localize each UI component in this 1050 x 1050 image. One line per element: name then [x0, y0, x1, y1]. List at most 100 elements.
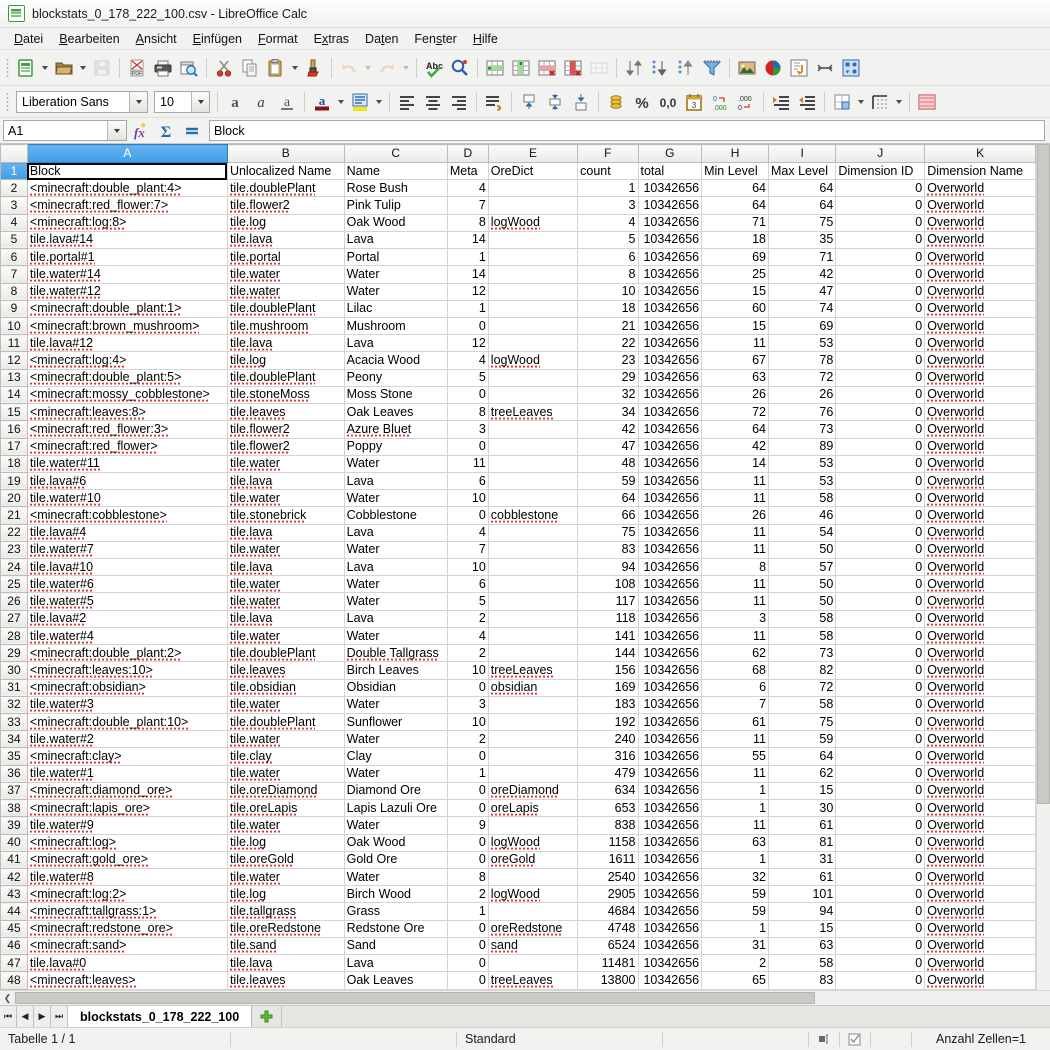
cell-F8[interactable]: 10 — [578, 283, 638, 300]
cell-K5[interactable]: Overworld — [925, 231, 1036, 248]
cut-icon[interactable] — [211, 55, 237, 81]
vertical-scrollbar[interactable] — [1036, 144, 1050, 990]
cell-K44[interactable]: Overworld — [925, 903, 1036, 920]
cell-K16[interactable]: Overworld — [925, 421, 1036, 438]
cell-H36[interactable]: 11 — [702, 765, 769, 782]
decrease-indent-icon[interactable] — [794, 89, 820, 115]
cell-H16[interactable]: 64 — [702, 421, 769, 438]
previous-sheet-icon[interactable]: ◀ — [17, 1006, 34, 1027]
highlight-color-dropdown-icon[interactable] — [373, 89, 385, 115]
cell-G39[interactable]: 10342656 — [638, 817, 702, 834]
sort-ascending-icon[interactable] — [647, 55, 673, 81]
cell-B43[interactable]: tile.log — [227, 886, 344, 903]
cell-H17[interactable]: 42 — [702, 438, 769, 455]
table-row[interactable]: 23tile.water#7tile.waterWater78310342656… — [1, 541, 1036, 558]
cell-D24[interactable]: 10 — [447, 559, 488, 576]
cell-B9[interactable]: tile.doublePlant — [227, 300, 344, 317]
cell-G6[interactable]: 10342656 — [638, 249, 702, 266]
italic-icon[interactable]: a — [248, 89, 274, 115]
cell-I33[interactable]: 75 — [769, 714, 836, 731]
cell-J24[interactable]: 0 — [836, 559, 925, 576]
cell-K17[interactable]: Overworld — [925, 438, 1036, 455]
font-name-dropdown-icon[interactable] — [129, 92, 147, 112]
cell-J5[interactable]: 0 — [836, 231, 925, 248]
cell-I42[interactable]: 61 — [769, 868, 836, 885]
cell-D31[interactable]: 0 — [447, 679, 488, 696]
cell-K47[interactable]: Overworld — [925, 955, 1036, 972]
table-row[interactable]: 48<minecraft:leaves>tile.leavesOak Leave… — [1, 972, 1036, 990]
cell-H1[interactable]: Min Level — [702, 163, 769, 180]
cell-G27[interactable]: 10342656 — [638, 610, 702, 627]
cell-G38[interactable]: 10342656 — [638, 800, 702, 817]
cell-K39[interactable]: Overworld — [925, 817, 1036, 834]
cell-J39[interactable]: 0 — [836, 817, 925, 834]
cell-H12[interactable]: 67 — [702, 352, 769, 369]
cell-J42[interactable]: 0 — [836, 868, 925, 885]
cell-I9[interactable]: 74 — [769, 300, 836, 317]
cell-J2[interactable]: 0 — [836, 180, 925, 197]
sort-icon[interactable] — [621, 55, 647, 81]
row-header-42[interactable]: 42 — [1, 868, 28, 885]
horizontal-scrollbar[interactable]: ❮ — [0, 990, 1050, 1005]
cell-G17[interactable]: 10342656 — [638, 438, 702, 455]
cell-I11[interactable]: 53 — [769, 335, 836, 352]
cell-A5[interactable]: tile.lava#14 — [27, 231, 227, 248]
table-row[interactable]: 27tile.lava#2tile.lavaLava21181034265635… — [1, 610, 1036, 627]
cell-H35[interactable]: 55 — [702, 748, 769, 765]
row-header-30[interactable]: 30 — [1, 662, 28, 679]
cell-F29[interactable]: 144 — [578, 645, 638, 662]
menu-ansicht[interactable]: Ansicht — [128, 30, 185, 48]
cell-D21[interactable]: 0 — [447, 507, 488, 524]
cell-K27[interactable]: Overworld — [925, 610, 1036, 627]
number-format-icon[interactable]: 0,0 — [655, 89, 681, 115]
cell-I17[interactable]: 89 — [769, 438, 836, 455]
table-row[interactable]: 15<minecraft:leaves:8>tile.leavesOak Lea… — [1, 404, 1036, 421]
currency-icon[interactable] — [603, 89, 629, 115]
cell-J12[interactable]: 0 — [836, 352, 925, 369]
cell-E3[interactable] — [488, 197, 577, 214]
cell-J15[interactable]: 0 — [836, 404, 925, 421]
cell-B10[interactable]: tile.mushroom — [227, 317, 344, 334]
cell-E19[interactable] — [488, 472, 577, 489]
cell-E29[interactable] — [488, 645, 577, 662]
cell-I16[interactable]: 73 — [769, 421, 836, 438]
table-row[interactable]: 41<minecraft:gold_ore>tile.oreGoldGold O… — [1, 851, 1036, 868]
table-row[interactable]: 43<minecraft:log:2>tile.logBirch Wood2lo… — [1, 886, 1036, 903]
cell-I40[interactable]: 81 — [769, 834, 836, 851]
cell-B42[interactable]: tile.water — [227, 868, 344, 885]
add-sheet-icon[interactable] — [252, 1006, 282, 1027]
cell-A15[interactable]: <minecraft:leaves:8> — [27, 404, 227, 421]
cell-K33[interactable]: Overworld — [925, 714, 1036, 731]
cell-C38[interactable]: Lapis Lazuli Ore — [344, 800, 447, 817]
table-row[interactable]: 28tile.water#4tile.waterWater41411034265… — [1, 627, 1036, 644]
row-header-22[interactable]: 22 — [1, 524, 28, 541]
cell-K30[interactable]: Overworld — [925, 662, 1036, 679]
cell-H30[interactable]: 68 — [702, 662, 769, 679]
table-row[interactable]: 5tile.lava#14tile.lavaLava14510342656183… — [1, 231, 1036, 248]
cell-C22[interactable]: Lava — [344, 524, 447, 541]
row-header-11[interactable]: 11 — [1, 335, 28, 352]
insert-column-icon[interactable] — [508, 55, 534, 81]
menu-fenster[interactable]: Fenster — [406, 30, 464, 48]
redo-dropdown-icon[interactable] — [400, 55, 412, 81]
first-sheet-icon[interactable]: ⏮ — [0, 1006, 17, 1027]
cell-K34[interactable]: Overworld — [925, 731, 1036, 748]
cell-E15[interactable]: treeLeaves — [488, 404, 577, 421]
row-header-6[interactable]: 6 — [1, 249, 28, 266]
cell-A27[interactable]: tile.lava#2 — [27, 610, 227, 627]
table-row[interactable]: 8tile.water#12tile.waterWater12101034265… — [1, 283, 1036, 300]
row-header-39[interactable]: 39 — [1, 817, 28, 834]
cell-F42[interactable]: 2540 — [578, 868, 638, 885]
cell-D11[interactable]: 12 — [447, 335, 488, 352]
row-header-17[interactable]: 17 — [1, 438, 28, 455]
cell-F32[interactable]: 183 — [578, 696, 638, 713]
cell-E45[interactable]: oreRedstone — [488, 920, 577, 937]
cell-B26[interactable]: tile.water — [227, 593, 344, 610]
row-header-26[interactable]: 26 — [1, 593, 28, 610]
cell-J26[interactable]: 0 — [836, 593, 925, 610]
cell-A35[interactable]: <minecraft:clay> — [27, 748, 227, 765]
cell-A36[interactable]: tile.water#1 — [27, 765, 227, 782]
sheet-tab[interactable]: blockstats_0_178_222_100 — [68, 1006, 252, 1027]
cell-G8[interactable]: 10342656 — [638, 283, 702, 300]
merge-cells-icon[interactable] — [586, 55, 612, 81]
